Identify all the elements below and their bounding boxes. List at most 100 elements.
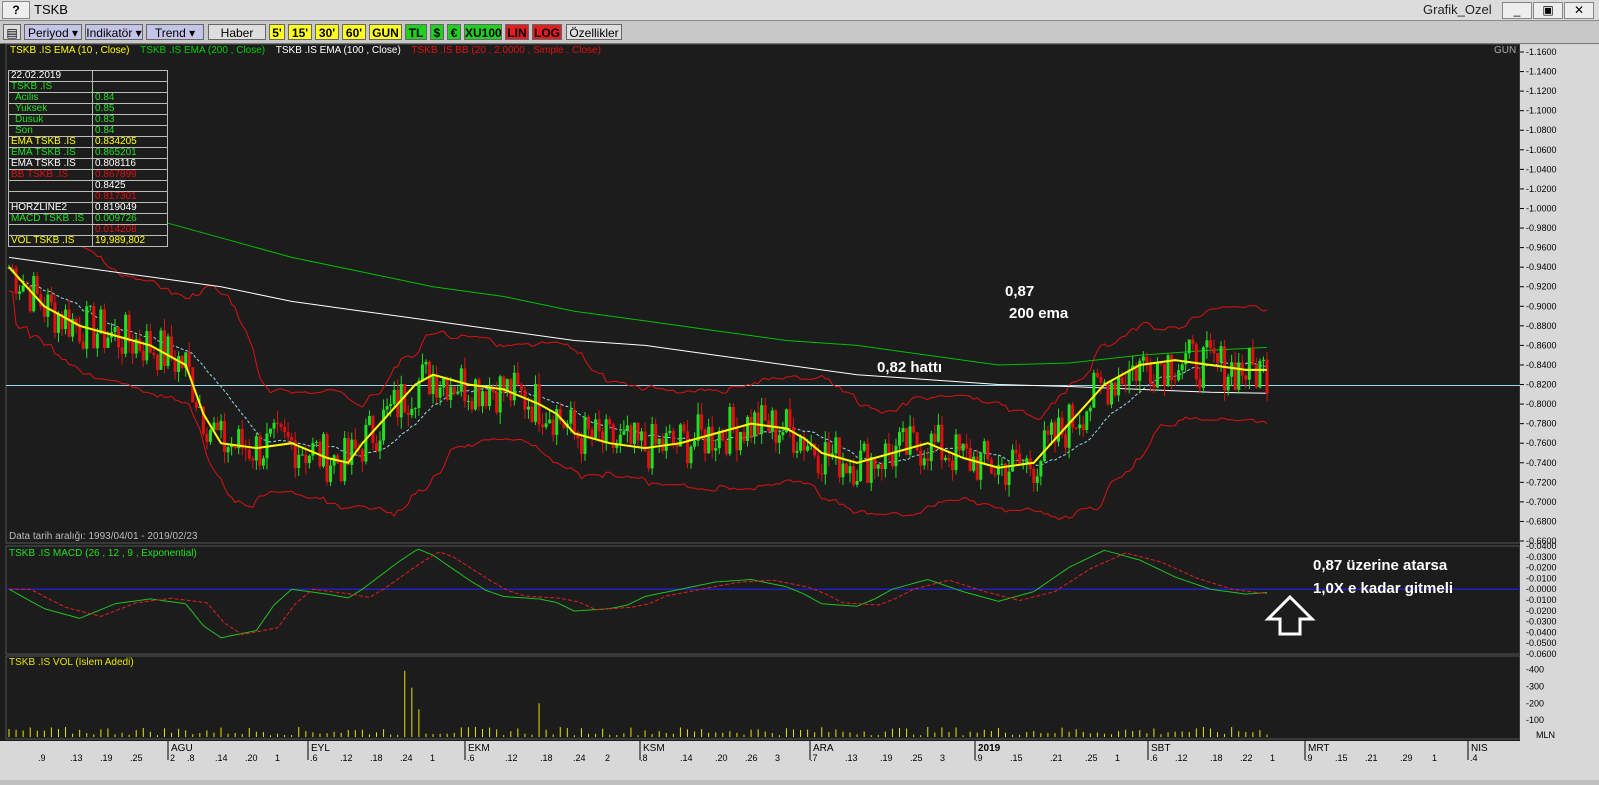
candle-body: [579, 438, 583, 454]
candle-body: [738, 432, 742, 451]
candle-body: [276, 422, 280, 425]
x-day-label: .18: [1210, 753, 1223, 763]
lin-button[interactable]: LIN: [505, 24, 529, 40]
candle-body: [56, 314, 60, 333]
x-day-label: .6: [310, 753, 318, 763]
x-month-label: ARA: [813, 743, 834, 754]
candle-body: [933, 433, 937, 442]
candle-body: [657, 438, 661, 444]
candle-body: [908, 426, 912, 455]
candle-body: [671, 430, 675, 445]
candle-body: [1000, 463, 1004, 465]
app-icon[interactable]: ▤: [3, 24, 21, 40]
xu100-button[interactable]: XU100: [464, 24, 502, 40]
candle-body: [81, 341, 85, 349]
candle-body: [120, 347, 124, 354]
candle-body: [979, 452, 983, 480]
x-day-label: 2: [170, 753, 175, 763]
x-month-label: MRT: [1308, 743, 1329, 754]
candle-body: [92, 305, 96, 349]
annotation-087: 0,87: [1005, 283, 1035, 300]
close-button[interactable]: ✕: [1564, 2, 1594, 19]
candle-body: [261, 458, 265, 466]
x-month-label: SBT: [1151, 743, 1170, 754]
candle-body: [449, 386, 453, 400]
candle-body: [378, 440, 382, 451]
periyod-menu[interactable]: Periyod ▾: [24, 24, 82, 40]
x-day-label: .7: [810, 753, 818, 763]
candle-body: [629, 425, 633, 444]
legend-bb: TSKB .IS BB (20 , 2.0000 , Simple , Clos…: [411, 45, 601, 56]
candle-body: [141, 350, 145, 361]
help-button[interactable]: ?: [2, 1, 30, 19]
candle-body: [1191, 339, 1195, 345]
candle-body: [844, 463, 848, 474]
haber-button[interactable]: Haber: [208, 24, 266, 40]
candle-body: [781, 432, 785, 436]
period-60-button[interactable]: 60': [342, 24, 366, 40]
chart-area[interactable]: -1.1600 -1.1400 -1.1200 -1.1000 -1.0800 -1.06…: [0, 43, 1599, 780]
candle-body: [1018, 453, 1022, 464]
price-tick-label: -0.7000: [1526, 497, 1557, 507]
candle-body: [572, 409, 576, 433]
price-tick-label: -0.8000: [1526, 399, 1557, 409]
bb-upper-line: [8, 227, 1268, 420]
candle-body: [1223, 346, 1227, 391]
candle-body: [852, 466, 856, 485]
candle-body: [187, 352, 191, 368]
candle-body: [1233, 362, 1237, 390]
candle-body: [632, 422, 636, 444]
log-button[interactable]: LOG: [532, 24, 562, 40]
candle-body: [413, 407, 417, 409]
candle-body: [1198, 379, 1202, 388]
x-day-label: .24: [573, 753, 586, 763]
x-day-label: .14: [680, 753, 693, 763]
candle-body: [724, 440, 728, 454]
candle-body: [1180, 364, 1184, 371]
period-15-button[interactable]: 15': [288, 24, 312, 40]
candle-body: [954, 434, 958, 471]
macd-tick-label: -0.0400: [1526, 627, 1557, 637]
candle-body: [799, 437, 803, 451]
x-day-label: .20: [715, 753, 728, 763]
price-tick-label: -0.7600: [1526, 438, 1557, 448]
candle-body: [166, 336, 170, 367]
candle-body: [304, 454, 308, 463]
candle-body: [682, 424, 686, 432]
candle-body: [866, 443, 870, 483]
candle-body: [986, 441, 990, 460]
macd-tick-label: -0.0100: [1526, 595, 1557, 605]
indikator-menu[interactable]: Indikatör ▾: [85, 24, 143, 40]
candle-body: [360, 449, 364, 462]
price-tick-label: -1.1000: [1526, 106, 1557, 116]
candle-body: [707, 426, 711, 454]
candle-body: [869, 457, 873, 483]
candle-body: [1014, 449, 1018, 454]
candle-body: [279, 424, 283, 428]
candle-body: [883, 443, 887, 470]
period-gun-button[interactable]: GUN: [369, 24, 402, 40]
usd-button[interactable]: $: [430, 24, 444, 40]
candle-body: [544, 423, 548, 428]
candle-body: [456, 391, 460, 394]
candle-body: [350, 439, 354, 465]
candle-body: [915, 432, 919, 451]
tl-button[interactable]: TL: [405, 24, 427, 40]
legend-ema100: TSKB .IS EMA (100 , Close): [275, 45, 401, 56]
candle-body: [512, 372, 516, 401]
trend-menu[interactable]: Trend ▾: [146, 24, 204, 40]
period-5-button[interactable]: 5': [269, 24, 285, 40]
eur-button[interactable]: €: [447, 24, 461, 40]
ozellikler-button[interactable]: Özellikler: [566, 24, 622, 40]
minimize-button[interactable]: _: [1502, 2, 1532, 19]
candle-body: [162, 330, 166, 367]
candle-body: [541, 424, 545, 428]
candle-body: [1039, 460, 1043, 477]
period-30-button[interactable]: 30': [315, 24, 339, 40]
restore-button[interactable]: ▣: [1533, 2, 1563, 19]
candle-body: [226, 447, 230, 453]
candle-body: [587, 416, 591, 430]
price-tick-label: -0.8800: [1526, 321, 1557, 331]
candle-body: [445, 378, 449, 400]
candle-body: [1095, 372, 1099, 377]
